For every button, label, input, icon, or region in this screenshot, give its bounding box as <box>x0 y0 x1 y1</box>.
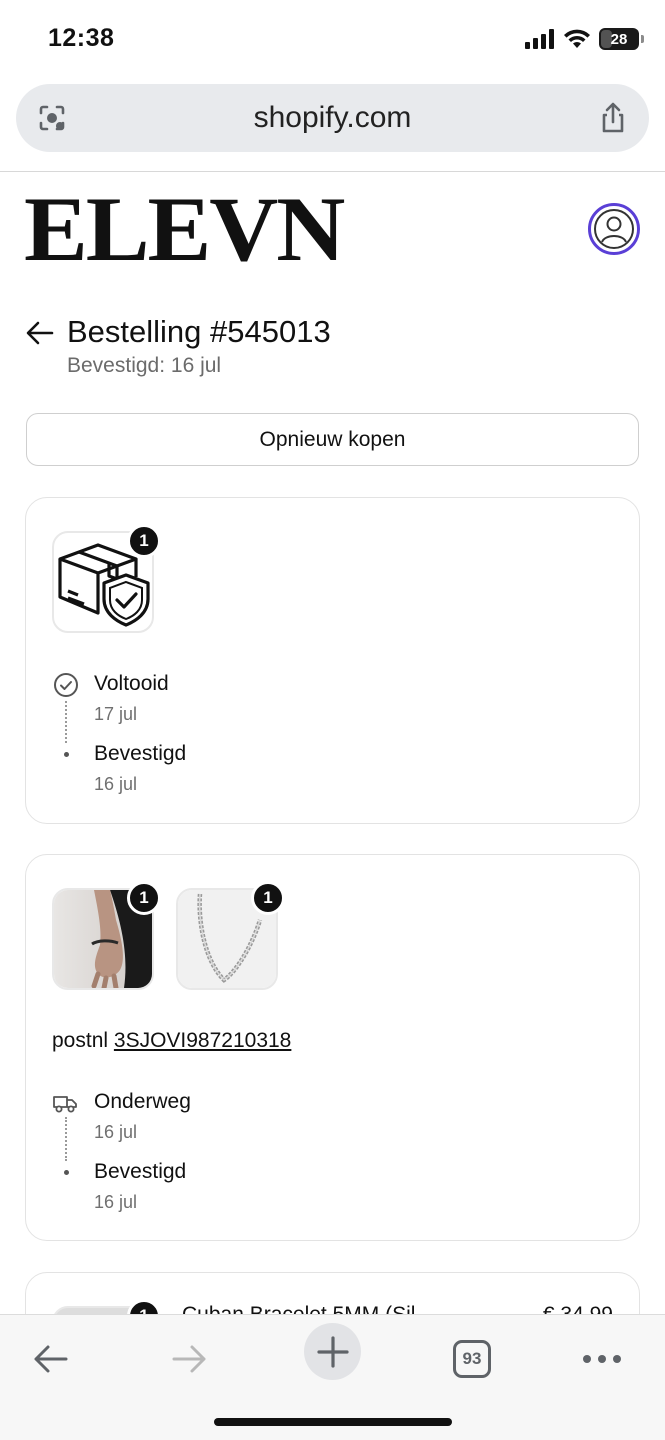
shipment-card: 1 Voltooid 17 jul Bevestigd 16 jul <box>25 497 640 824</box>
cellular-signal-icon <box>525 29 554 49</box>
forward-button[interactable] <box>162 1331 218 1387</box>
order-title: Bestelling #545013 <box>67 314 331 349</box>
buy-again-button[interactable]: Opnieuw kopen <box>26 413 639 466</box>
url-text[interactable]: shopify.com <box>254 101 412 135</box>
more-menu-button[interactable] <box>574 1331 630 1387</box>
home-indicator[interactable] <box>214 1418 452 1426</box>
status-date: 16 jul <box>94 774 138 794</box>
battery-icon: 28 <box>599 28 644 50</box>
timeline-connector <box>65 1117 67 1161</box>
status-date: 16 jul <box>94 1192 138 1212</box>
status-label: Bevestigd <box>94 1160 187 1183</box>
status-date: 16 jul <box>94 1122 138 1142</box>
arrow-right-icon <box>172 1345 206 1373</box>
tracking-number-link[interactable]: 3SJOVI987210318 <box>114 1029 291 1052</box>
share-icon[interactable] <box>595 100 631 136</box>
status-label: Voltooid <box>94 672 169 695</box>
carrier-name: postnl <box>52 1029 109 1052</box>
account-button[interactable] <box>588 203 640 255</box>
quantity-badge: 1 <box>127 524 161 558</box>
timeline-connector <box>65 701 67 743</box>
quantity-badge: 1 <box>127 881 161 915</box>
header-divider <box>0 171 665 172</box>
timeline-dot <box>64 752 69 757</box>
check-circle-icon <box>54 673 78 697</box>
status-label: Onderweg <box>94 1090 191 1113</box>
status-date: 17 jul <box>94 704 138 724</box>
timeline-dot <box>64 1170 69 1175</box>
back-arrow-icon[interactable] <box>24 316 56 348</box>
plus-icon <box>316 1335 349 1368</box>
user-icon <box>594 209 634 249</box>
status-time: 12:38 <box>48 24 115 52</box>
status-icons: 28 <box>525 28 644 50</box>
page-settings-icon[interactable] <box>34 100 70 136</box>
tab-count: 93 <box>453 1340 491 1378</box>
shipment-card: 1 1 postnl 3SJOVI987210318 Onderweg 16 j… <box>25 854 640 1241</box>
quantity-badge: 1 <box>251 881 285 915</box>
more-dots-icon <box>583 1355 621 1363</box>
battery-level: 28 <box>610 30 628 48</box>
back-button[interactable] <box>22 1331 78 1387</box>
status-label: Bevestigd <box>94 742 187 765</box>
new-tab-button[interactable] <box>304 1323 361 1380</box>
status-bar: 12:38 28 <box>0 0 665 80</box>
address-bar[interactable]: shopify.com <box>16 84 649 152</box>
arrow-left-icon <box>34 1345 68 1373</box>
truck-icon <box>53 1096 77 1113</box>
tab-switcher-button[interactable]: 93 <box>444 1331 500 1387</box>
order-confirmed-date: Bevestigd: 16 jul <box>67 354 222 377</box>
wifi-icon <box>564 29 590 48</box>
tracking-info: postnl 3SJOVI987210318 <box>52 1029 291 1053</box>
store-logo[interactable]: ELEVN <box>24 182 345 276</box>
